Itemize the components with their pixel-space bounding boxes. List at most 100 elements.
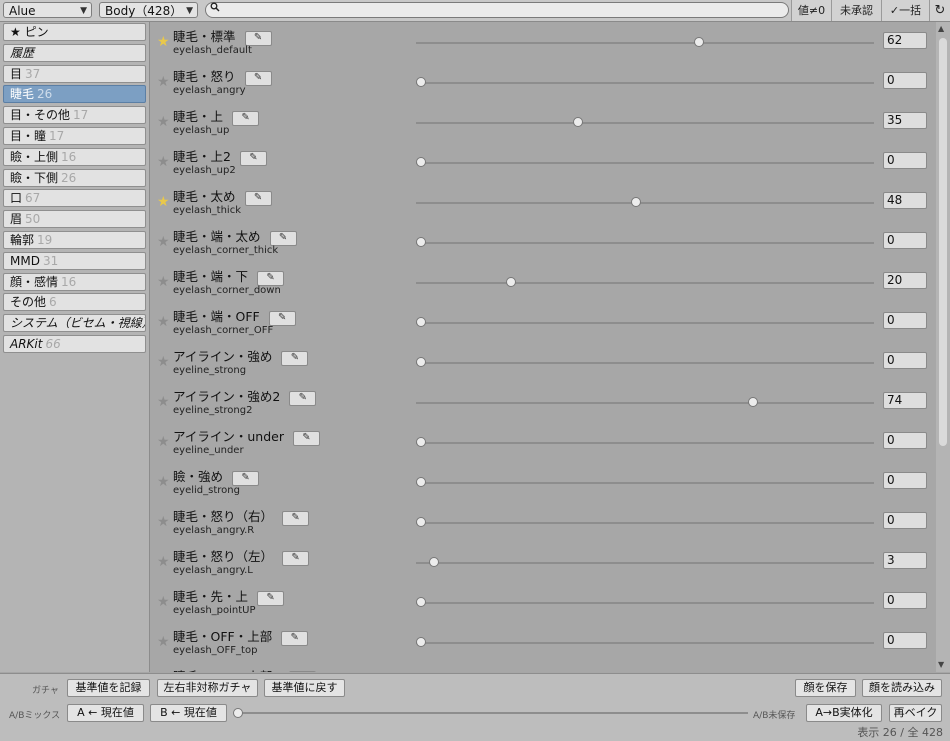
refresh-icon[interactable]: ↻: [929, 0, 950, 21]
value-slider-track[interactable]: [416, 282, 874, 284]
sidebar-category-item[interactable]: その他 6: [3, 293, 146, 312]
edit-name-icon[interactable]: ✎: [269, 231, 297, 246]
sidebar-category-item[interactable]: ARKit 66: [3, 335, 146, 353]
scroll-down-icon[interactable]: ▼: [938, 660, 944, 669]
value-slider-track[interactable]: [416, 362, 874, 364]
value-input[interactable]: 0: [883, 72, 927, 89]
value-slider-track[interactable]: [416, 122, 874, 124]
sidebar-category-item[interactable]: 目・その他 17: [3, 106, 146, 125]
edit-name-icon[interactable]: ✎: [289, 671, 317, 672]
edit-name-icon[interactable]: ✎: [244, 31, 272, 46]
sidebar-category-item[interactable]: 目・瞳 17: [3, 127, 146, 145]
pin-star-icon[interactable]: ★: [157, 594, 170, 610]
ab-materialize-button[interactable]: A→B実体化: [806, 704, 882, 722]
value-input[interactable]: 62: [883, 32, 927, 49]
pin-star-icon[interactable]: ★: [157, 554, 170, 570]
edit-name-icon[interactable]: ✎: [244, 191, 272, 206]
edit-name-icon[interactable]: ✎: [244, 71, 272, 86]
sidebar-category-item[interactable]: 瞼・下側 26: [3, 168, 146, 187]
pin-star-icon[interactable]: ★: [157, 434, 170, 450]
sidebar-category-item[interactable]: システム（ビセム・視線）21: [3, 314, 146, 333]
sidebar-category-item[interactable]: ★ ピン: [3, 23, 146, 41]
value-slider-track[interactable]: [416, 562, 874, 564]
value-slider-knob[interactable]: [693, 37, 704, 47]
value-slider-track[interactable]: [416, 602, 874, 604]
value-slider-knob[interactable]: [416, 157, 426, 167]
value-slider-track[interactable]: [416, 642, 874, 644]
sidebar-category-item[interactable]: 輪郭 19: [3, 231, 146, 249]
search-input[interactable]: [205, 2, 789, 18]
sidebar-category-item[interactable]: 履歴: [3, 43, 146, 62]
sidebar-category-item[interactable]: 口 67: [3, 189, 146, 208]
edit-name-icon[interactable]: ✎: [232, 471, 260, 486]
value-slider-track[interactable]: [416, 162, 874, 164]
pin-star-icon[interactable]: ★: [157, 514, 170, 530]
value-input[interactable]: 0: [883, 152, 927, 169]
value-slider-track[interactable]: [416, 522, 874, 524]
edit-name-icon[interactable]: ✎: [281, 351, 309, 366]
ab-mix-slider-knob[interactable]: [233, 708, 243, 718]
sidebar-category-item[interactable]: 睫毛 26: [3, 85, 146, 104]
load-face-button[interactable]: 顔を読み込み: [862, 679, 942, 697]
value-slider-knob[interactable]: [505, 277, 516, 287]
edit-name-icon[interactable]: ✎: [281, 631, 309, 646]
value-input[interactable]: 35: [883, 112, 927, 129]
pin-star-icon[interactable]: ★: [157, 274, 170, 290]
pin-star-icon[interactable]: ★: [157, 114, 170, 130]
pin-star-icon[interactable]: ★: [157, 194, 170, 210]
value-input[interactable]: 0: [883, 352, 927, 369]
reset-base-button[interactable]: 基準値に戻す: [264, 679, 345, 697]
value-input[interactable]: 0: [883, 472, 927, 489]
value-slider-knob[interactable]: [429, 557, 440, 567]
value-slider-knob[interactable]: [747, 397, 758, 407]
value-input[interactable]: 0: [883, 312, 927, 329]
value-slider-knob[interactable]: [416, 477, 426, 487]
edit-name-icon[interactable]: ✎: [289, 391, 317, 406]
pin-star-icon[interactable]: ★: [157, 394, 170, 410]
value-slider-knob[interactable]: [416, 637, 426, 647]
value-slider-knob[interactable]: [572, 117, 583, 127]
sidebar-category-item[interactable]: 眉 50: [3, 210, 146, 229]
vertical-scrollbar[interactable]: ▲ ▼: [936, 22, 950, 672]
value-slider-knob[interactable]: [416, 517, 426, 527]
value-input[interactable]: 0: [883, 592, 927, 609]
edit-name-icon[interactable]: ✎: [282, 551, 310, 566]
value-slider-knob[interactable]: [416, 357, 426, 367]
pin-star-icon[interactable]: ★: [157, 314, 170, 330]
value-slider-track[interactable]: [416, 242, 874, 244]
pin-star-icon[interactable]: ★: [157, 74, 170, 90]
mesh-select[interactable]: Body（428） ▼: [99, 2, 198, 18]
sidebar-category-item[interactable]: 顔・感情 16: [3, 272, 146, 291]
value-slider-track[interactable]: [416, 82, 874, 84]
record-base-button[interactable]: 基準値を記録: [67, 679, 150, 697]
sidebar-category-item[interactable]: MMD 31: [3, 251, 146, 270]
value-input[interactable]: 20: [883, 272, 927, 289]
value-slider-knob[interactable]: [631, 197, 642, 207]
edit-name-icon[interactable]: ✎: [232, 111, 260, 126]
save-face-button[interactable]: 顔を保存: [795, 679, 856, 697]
pin-star-icon[interactable]: ★: [157, 234, 170, 250]
value-slider-knob[interactable]: [416, 437, 426, 447]
value-slider-knob[interactable]: [416, 317, 426, 327]
b-set-current-button[interactable]: B ← 現在値: [150, 704, 227, 722]
nonzero-filter-button[interactable]: 値≠0: [791, 0, 831, 21]
value-slider-knob[interactable]: [416, 77, 426, 87]
value-input[interactable]: 0: [883, 232, 927, 249]
value-slider-knob[interactable]: [416, 597, 426, 607]
rebake-button[interactable]: 再ベイク: [889, 704, 942, 722]
sidebar-category-item[interactable]: 瞼・上側 16: [3, 147, 146, 166]
edit-name-icon[interactable]: ✎: [239, 151, 267, 166]
value-input[interactable]: 0: [883, 432, 927, 449]
edit-name-icon[interactable]: ✎: [257, 591, 285, 606]
pin-star-icon[interactable]: ★: [157, 34, 170, 50]
pin-star-icon[interactable]: ★: [157, 154, 170, 170]
value-slider-track[interactable]: [416, 322, 874, 324]
value-slider-track[interactable]: [416, 402, 874, 404]
bulk-approve-button[interactable]: ✓一括: [881, 0, 929, 21]
value-slider-track[interactable]: [416, 202, 874, 204]
scrollbar-thumb[interactable]: [939, 38, 947, 446]
a-set-current-button[interactable]: A ← 現在値: [67, 704, 144, 722]
sidebar-category-item[interactable]: 目 37: [3, 64, 146, 83]
edit-name-icon[interactable]: ✎: [268, 311, 296, 326]
value-input[interactable]: 74: [883, 392, 927, 409]
